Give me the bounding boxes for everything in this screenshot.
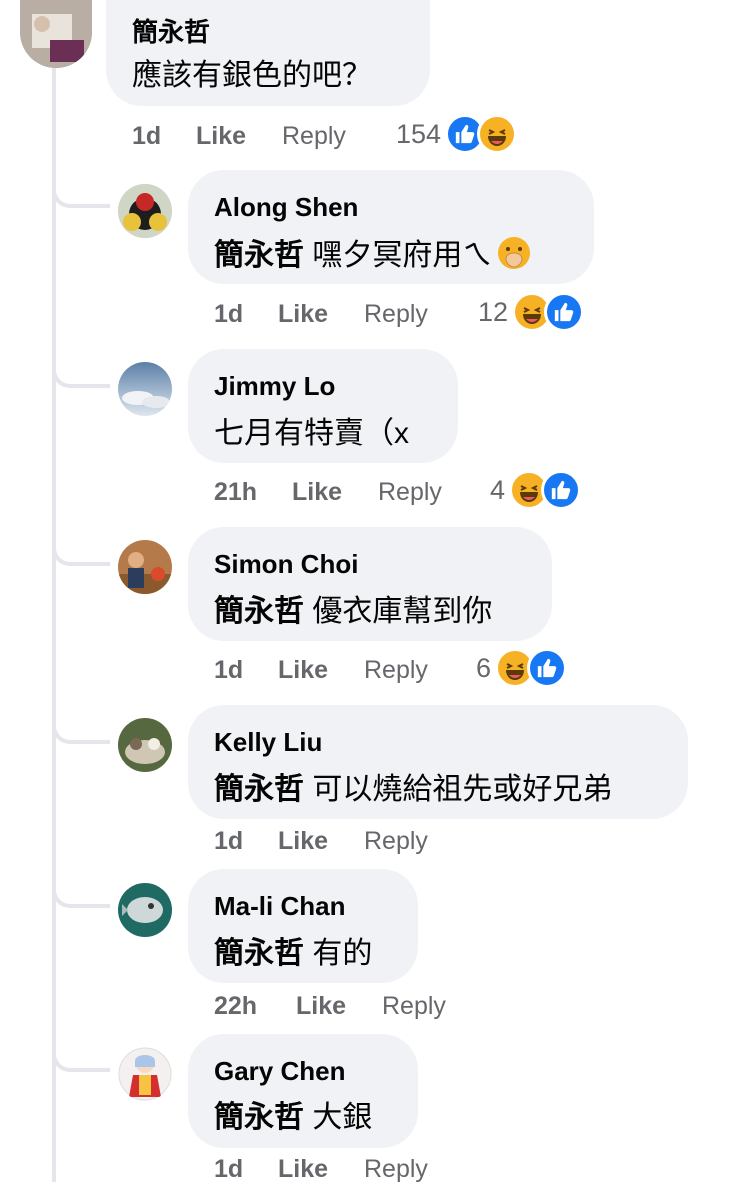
- reaction-count: 6: [476, 652, 492, 683]
- avatar[interactable]: [118, 883, 172, 937]
- reply-author[interactable]: Gary Chen: [214, 1056, 346, 1087]
- reaction-summary[interactable]: 154: [396, 114, 518, 154]
- timestamp[interactable]: 1d: [214, 300, 243, 329]
- like-reaction-icon: [527, 648, 568, 688]
- reply-author[interactable]: Simon Choi: [214, 549, 358, 580]
- reaction-summary[interactable]: 6: [476, 648, 568, 688]
- like-button[interactable]: Like: [278, 1155, 328, 1184]
- timestamp[interactable]: 22h: [214, 992, 257, 1021]
- thread-branch: [52, 186, 110, 208]
- mention[interactable]: 簡永哲: [214, 773, 304, 806]
- reply-button[interactable]: Reply: [364, 300, 428, 329]
- comment-text: 應該有銀色的吧？: [132, 59, 372, 92]
- avatar[interactable]: [118, 184, 172, 238]
- reply-author[interactable]: Ma-li Chan: [214, 891, 345, 922]
- reply-text: 簡永哲 大銀: [214, 1101, 373, 1134]
- like-button[interactable]: Like: [278, 827, 328, 856]
- reply-button[interactable]: Reply: [364, 1155, 428, 1184]
- mention[interactable]: 簡永哲: [214, 1101, 304, 1134]
- reply-button[interactable]: Reply: [282, 122, 346, 151]
- avatar[interactable]: [118, 1047, 172, 1101]
- hand-over-mouth-emoji-icon: [496, 235, 532, 279]
- like-button[interactable]: Like: [292, 478, 342, 507]
- like-button[interactable]: Like: [196, 122, 246, 151]
- timestamp[interactable]: 21h: [214, 478, 257, 507]
- reply-button[interactable]: Reply: [364, 656, 428, 685]
- like-button[interactable]: Like: [278, 656, 328, 685]
- reaction-count: 12: [478, 296, 509, 327]
- comment-author[interactable]: 簡永哲: [132, 12, 210, 49]
- thread-branch: [52, 544, 110, 566]
- mention[interactable]: 簡永哲: [214, 239, 304, 272]
- like-reaction-icon: [544, 292, 585, 332]
- avatar[interactable]: [118, 540, 172, 594]
- reply-author[interactable]: Jimmy Lo: [214, 371, 335, 402]
- reply-text: 簡永哲 優衣庫幫到你: [214, 595, 493, 628]
- timestamp[interactable]: 1d: [132, 122, 161, 151]
- mention[interactable]: 簡永哲: [214, 595, 304, 628]
- thread-branch: [52, 1050, 110, 1072]
- mention[interactable]: 簡永哲: [214, 937, 304, 970]
- thread-branch: [52, 886, 110, 908]
- reply-text: 簡永哲 有的: [214, 937, 373, 970]
- reaction-count: 154: [396, 118, 442, 149]
- reaction-summary[interactable]: 4: [490, 470, 582, 510]
- reply-text: 簡永哲 可以燒給祖先或好兄弟: [214, 773, 613, 806]
- like-button[interactable]: Like: [278, 300, 328, 329]
- haha-reaction-icon: [477, 114, 518, 154]
- reaction-summary[interactable]: 12: [478, 292, 585, 332]
- thread-branch: [52, 366, 110, 388]
- reaction-count: 4: [490, 474, 506, 505]
- avatar[interactable]: [118, 362, 172, 416]
- timestamp[interactable]: 1d: [214, 827, 243, 856]
- like-button[interactable]: Like: [296, 992, 346, 1021]
- timestamp[interactable]: 1d: [214, 1155, 243, 1184]
- reply-button[interactable]: Reply: [364, 827, 428, 856]
- reply-author[interactable]: Kelly Liu: [214, 727, 322, 758]
- avatar[interactable]: [20, 0, 92, 68]
- reply-text: 簡永哲 嘿夕冥府用ㄟ: [214, 230, 532, 279]
- avatar[interactable]: [118, 718, 172, 772]
- thread-line: [52, 68, 56, 1182]
- reply-button[interactable]: Reply: [382, 992, 446, 1021]
- thread-branch: [52, 722, 110, 744]
- reply-button[interactable]: Reply: [378, 478, 442, 507]
- reply-text: 七月有特賣（x: [214, 417, 409, 450]
- reply-author[interactable]: Along Shen: [214, 192, 358, 223]
- like-reaction-icon: [541, 470, 582, 510]
- timestamp[interactable]: 1d: [214, 656, 243, 685]
